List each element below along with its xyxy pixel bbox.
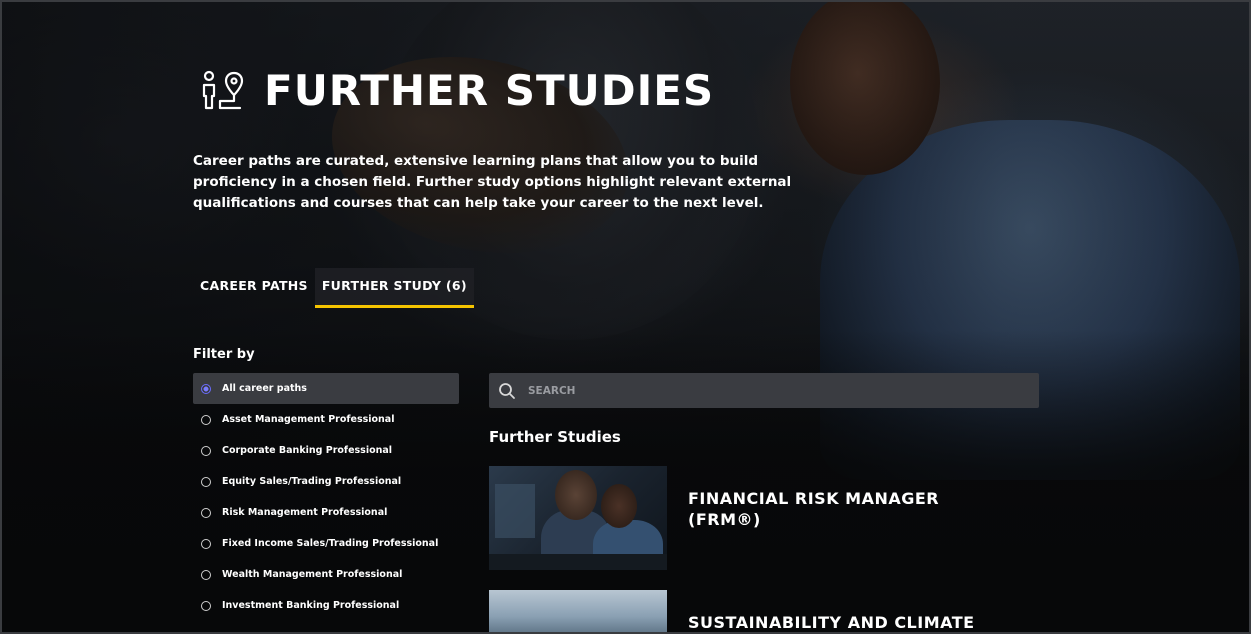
filter-option-all-career-paths[interactable]: All career paths xyxy=(193,373,459,404)
search-input[interactable] xyxy=(526,383,1039,398)
radio-icon[interactable] xyxy=(201,600,211,611)
search-icon xyxy=(499,382,515,399)
filter-option-label: Fixed Income Sales/Trading Professional xyxy=(222,538,439,549)
filter-option-label: Risk Management Professional xyxy=(222,507,388,518)
filter-option-label: Asset Management Professional xyxy=(222,414,395,425)
tab-further-study[interactable]: FURTHER STUDY (6) xyxy=(314,268,474,308)
radio-icon[interactable] xyxy=(201,445,211,456)
filter-option-label: Wealth Management Professional xyxy=(222,569,403,580)
result-title[interactable]: SUSTAINABILITY AND CLIMATE xyxy=(667,590,1008,634)
thumb-desk xyxy=(489,554,667,570)
thumb-person-2-head xyxy=(601,484,637,528)
filter-option-risk-management[interactable]: Risk Management Professional xyxy=(193,497,459,528)
career-path-icon xyxy=(202,70,244,109)
tab-bar: CAREER PATHS FURTHER STUDY (6) xyxy=(193,268,474,308)
radio-icon[interactable] xyxy=(201,476,211,487)
filter-option-asset-management[interactable]: Asset Management Professional xyxy=(193,404,459,435)
result-thumbnail[interactable] xyxy=(489,590,667,634)
result-card[interactable]: SUSTAINABILITY AND CLIMATE xyxy=(489,590,1008,634)
radio-icon[interactable] xyxy=(201,569,211,580)
career-path-filter-list: All career paths Asset Management Profes… xyxy=(193,373,459,621)
tab-career-paths[interactable]: CAREER PATHS xyxy=(193,268,315,308)
result-card[interactable]: FINANCIAL RISK MANAGER (FRM®) xyxy=(489,466,1008,570)
radio-selected-icon[interactable] xyxy=(201,383,211,394)
search-bar[interactable] xyxy=(489,373,1039,408)
thumb-person-1-head xyxy=(555,470,597,520)
filter-option-fixed-income[interactable]: Fixed Income Sales/Trading Professional xyxy=(193,528,459,559)
radio-icon[interactable] xyxy=(201,414,211,425)
results-heading: Further Studies xyxy=(489,428,621,446)
intro-text: Career paths are curated, extensive lear… xyxy=(193,153,792,211)
radio-icon[interactable] xyxy=(201,507,211,518)
page-title: FURTHER STUDIES xyxy=(264,66,715,115)
filter-option-label: Investment Banking Professional xyxy=(222,600,400,611)
filter-option-label: Equity Sales/Trading Professional xyxy=(222,476,402,487)
page-header: FURTHER STUDIES xyxy=(198,66,714,115)
filter-option-label: All career paths xyxy=(222,383,307,394)
filter-heading: Filter by xyxy=(193,347,255,362)
result-thumbnail[interactable] xyxy=(489,466,667,570)
radio-icon[interactable] xyxy=(201,538,211,549)
filter-option-investment-banking[interactable]: Investment Banking Professional xyxy=(193,590,459,621)
filter-option-label: Corporate Banking Professional xyxy=(222,445,393,456)
filter-option-wealth-management[interactable]: Wealth Management Professional xyxy=(193,559,459,590)
thumb-screen xyxy=(495,484,535,538)
filter-option-corporate-banking[interactable]: Corporate Banking Professional xyxy=(193,435,459,466)
filter-option-equity-sales-trading[interactable]: Equity Sales/Trading Professional xyxy=(193,466,459,497)
result-title[interactable]: FINANCIAL RISK MANAGER (FRM®) xyxy=(667,466,1008,570)
